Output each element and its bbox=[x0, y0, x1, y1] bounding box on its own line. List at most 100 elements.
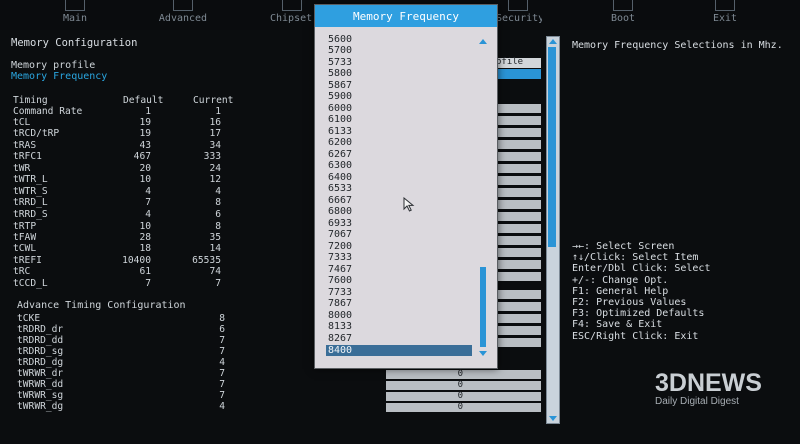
option-8000[interactable]: 8000 bbox=[326, 310, 472, 321]
option-8133[interactable]: 8133 bbox=[326, 321, 472, 332]
help-key-line: ↑↓/Click: Select Item bbox=[572, 252, 699, 264]
chipset-icon bbox=[282, 0, 302, 11]
advance-name: tWRWR_dr bbox=[17, 368, 64, 379]
timing-name: tRCD/tRP bbox=[13, 128, 60, 139]
option-7333[interactable]: 7333 bbox=[326, 252, 472, 263]
option-7200[interactable]: 7200 bbox=[326, 241, 472, 252]
option-6533[interactable]: 6533 bbox=[326, 183, 472, 194]
option-6300[interactable]: 6300 bbox=[326, 160, 472, 171]
option-8400-selected[interactable]: 8400 bbox=[326, 345, 472, 356]
twrwr-sg-value: 0 bbox=[457, 391, 463, 401]
option-6800[interactable]: 6800 bbox=[326, 206, 472, 217]
option-5733[interactable]: 5733 bbox=[326, 57, 472, 68]
timing-current: 4 bbox=[215, 186, 221, 197]
option-6667[interactable]: 6667 bbox=[326, 195, 472, 206]
tab-exit[interactable]: Exit bbox=[707, 0, 743, 30]
timing-name: tFAW bbox=[13, 232, 37, 243]
option-7467[interactable]: 7467 bbox=[326, 264, 472, 275]
option-8267[interactable]: 8267 bbox=[326, 333, 472, 344]
popup-scrollbar-thumb[interactable] bbox=[480, 267, 486, 347]
option-7733[interactable]: 7733 bbox=[326, 287, 472, 298]
option-7867[interactable]: 7867 bbox=[326, 298, 472, 309]
main-scrollbar-thumb[interactable] bbox=[548, 47, 556, 247]
timing-default: 20 bbox=[139, 163, 151, 174]
timing-name: tRRD_L bbox=[13, 197, 48, 208]
timing-default: 61 bbox=[139, 266, 151, 277]
timing-name: tCWL bbox=[13, 243, 37, 254]
option-5600[interactable]: 5600 bbox=[326, 34, 472, 45]
watermark-logo: 3DNEWS Daily Digital Digest bbox=[655, 370, 785, 408]
tab-advanced[interactable]: Advanced bbox=[152, 0, 214, 30]
timing-current: 24 bbox=[209, 163, 221, 174]
timing-default: 467 bbox=[133, 151, 151, 162]
option-5867[interactable]: 5867 bbox=[326, 80, 472, 91]
value-box-twrwr-dd[interactable]: 0 bbox=[386, 380, 541, 390]
scroll-down-arrow-icon[interactable] bbox=[549, 416, 557, 421]
tab-main[interactable]: Main bbox=[55, 0, 95, 30]
help-key-line: ESC/Right Click: Exit bbox=[572, 330, 699, 342]
option-6200[interactable]: 6200 bbox=[326, 137, 472, 148]
advance-name: tRDRD_dd bbox=[17, 335, 64, 346]
value-box-twrwr-dr[interactable]: 0 bbox=[386, 369, 541, 379]
popup-scroll-up-icon[interactable] bbox=[479, 39, 487, 44]
option-6933[interactable]: 6933 bbox=[326, 218, 472, 229]
help-key-line: Enter/Dbl Click: Select bbox=[572, 263, 711, 275]
advance-value: 8 bbox=[219, 313, 225, 324]
option-5800[interactable]: 5800 bbox=[326, 68, 472, 79]
tab-security[interactable]: Security bbox=[496, 0, 542, 30]
advance-value: 7 bbox=[219, 390, 225, 401]
timing-current: 74 bbox=[209, 266, 221, 277]
advance-value: 7 bbox=[219, 346, 225, 357]
timing-current: 1 bbox=[215, 106, 221, 117]
tab-chipset-label: Chipset bbox=[270, 13, 313, 24]
option-5700[interactable]: 5700 bbox=[326, 45, 472, 56]
option-6000[interactable]: 6000 bbox=[326, 103, 472, 114]
section-title: Memory Configuration bbox=[11, 37, 138, 49]
advance-name: tRDRD_dg bbox=[17, 357, 64, 368]
tab-chipset[interactable]: Chipset bbox=[270, 0, 314, 30]
tab-security-label: Security bbox=[496, 13, 542, 24]
help-keys: →←: Select Screen ↑↓/Click: Select Item … bbox=[572, 241, 710, 342]
option-6400[interactable]: 6400 bbox=[326, 172, 472, 183]
mouse-cursor-icon bbox=[403, 197, 415, 212]
value-box-twrwr-dg[interactable]: 0 bbox=[386, 402, 541, 412]
advance-name: tWRWR_dd bbox=[17, 379, 64, 390]
advance-name: tWRWR_dg bbox=[17, 401, 64, 412]
timing-default: 28 bbox=[139, 232, 151, 243]
advanced-icon bbox=[173, 0, 193, 11]
timing-default: 1 bbox=[145, 106, 151, 117]
help-key-line: F2: Previous Values bbox=[572, 297, 687, 309]
advance-name: tRDRD_sg bbox=[17, 346, 64, 357]
watermark-tagline: Daily Digital Digest bbox=[655, 396, 739, 407]
help-key-line: +/-: Change Opt. bbox=[572, 274, 669, 286]
scroll-up-arrow-icon[interactable] bbox=[549, 39, 557, 44]
option-7600[interactable]: 7600 bbox=[326, 275, 472, 286]
option-6100[interactable]: 6100 bbox=[326, 114, 472, 125]
twrwr-dd-value: 0 bbox=[457, 380, 463, 390]
tab-boot-label: Boot bbox=[610, 13, 636, 24]
advance-value: 7 bbox=[219, 335, 225, 346]
tab-boot[interactable]: Boot bbox=[605, 0, 641, 30]
advance-value: 6 bbox=[219, 324, 225, 335]
help-key-line: F3: Optimized Defaults bbox=[572, 308, 705, 320]
help-key-line: F1: General Help bbox=[572, 285, 669, 297]
main-scrollbar[interactable] bbox=[546, 36, 560, 424]
option-5900[interactable]: 5900 bbox=[326, 91, 472, 102]
advance-value: 4 bbox=[219, 401, 225, 412]
memory-profile-label[interactable]: Memory profile bbox=[11, 60, 95, 71]
advance-value: 4 bbox=[219, 357, 225, 368]
timing-current: 8 bbox=[215, 221, 221, 232]
exit-icon bbox=[715, 0, 735, 11]
popup-scroll-down-icon[interactable] bbox=[479, 351, 487, 356]
option-6267[interactable]: 6267 bbox=[326, 149, 472, 160]
popup-title: Memory Frequency bbox=[315, 5, 497, 27]
advance-value: 7 bbox=[219, 368, 225, 379]
option-6133[interactable]: 6133 bbox=[326, 126, 472, 137]
option-7067[interactable]: 7067 bbox=[326, 229, 472, 240]
security-icon bbox=[508, 0, 528, 11]
timing-current: 12 bbox=[209, 174, 221, 185]
memory-frequency-label[interactable]: Memory Frequency bbox=[11, 71, 107, 82]
timing-name: tRRD_S bbox=[13, 209, 48, 220]
value-box-twrwr-sg[interactable]: 0 bbox=[386, 391, 541, 401]
advance-name: tRDRD_dr bbox=[17, 324, 64, 335]
